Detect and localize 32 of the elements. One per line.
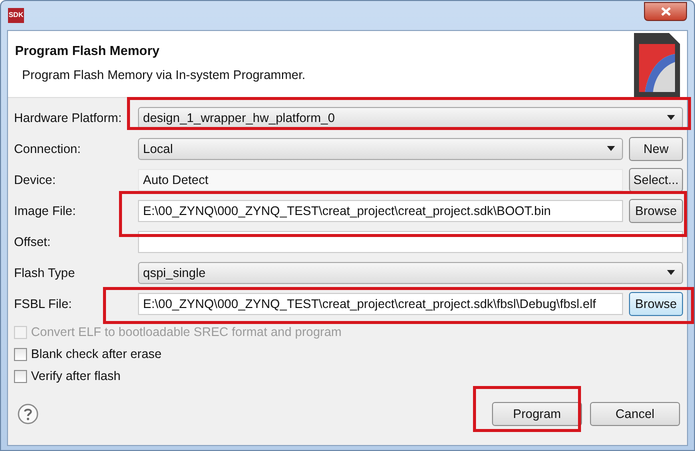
input-field[interactable]: E:\00_ZYNQ\000_ZYNQ_TEST\creat_project\creat_project.sdk\fbsl\Debug\fbsl.elf (138, 292, 623, 314)
input-field[interactable]: E:\00_ZYNQ\000_ZYNQ_TEST\creat_project\creat_project.sdk\BOOT.bin (138, 200, 623, 222)
field-label: Hardware Platform: (14, 110, 123, 124)
field-label: Offset: (14, 234, 52, 248)
dropdown-arrow-icon (667, 270, 675, 275)
row-button[interactable]: Browse (629, 198, 683, 222)
help-icon[interactable] (17, 403, 39, 425)
dropdown[interactable]: design_1_wrapper_hw_platform_0 (138, 106, 683, 128)
dialog-button[interactable]: Cancel (590, 402, 680, 426)
dropdown-arrow-icon (667, 115, 675, 120)
checkbox[interactable] (14, 348, 27, 360)
dropdown[interactable]: Local (138, 138, 623, 160)
field-label: Image File: (14, 204, 77, 218)
close-icon (660, 7, 670, 16)
checkbox[interactable] (14, 370, 27, 382)
checkbox-label: Blank check after erase (31, 347, 162, 361)
dropdown[interactable]: qspi_single (138, 262, 683, 284)
row-button[interactable]: New (629, 136, 683, 160)
row-button[interactable]: Select... (629, 168, 683, 192)
field-label: Device: (14, 172, 57, 186)
dialog-description: Program Flash Memory via In-system Programmer. (22, 68, 306, 82)
dialog-button[interactable]: Program (492, 402, 582, 426)
field-label: FSBL File: (14, 296, 73, 310)
field-label: Flash Type (14, 266, 76, 280)
dialog-title: Program Flash Memory (15, 43, 160, 58)
field-label: Connection: (14, 142, 82, 156)
row-button[interactable]: Browse (629, 292, 683, 316)
dropdown-arrow-icon (607, 146, 615, 151)
checkbox-label: Verify after flash (31, 369, 121, 383)
checkbox-label: Convert ELF to bootloadable SREC format and program (31, 325, 342, 339)
device-field: Auto Detect (138, 168, 623, 190)
close-button[interactable] (644, 2, 687, 21)
